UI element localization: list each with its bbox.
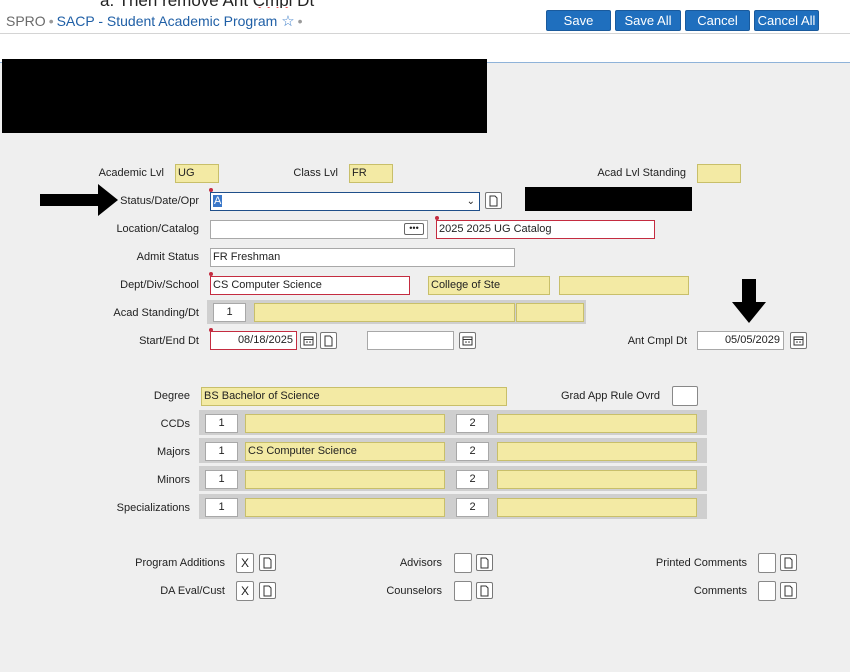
minor-seq-2[interactable]: 2 — [456, 470, 489, 489]
document-icon[interactable] — [259, 554, 276, 571]
calendar-icon[interactable] — [790, 332, 807, 349]
div-field[interactable]: College of Ste — [428, 276, 550, 295]
grad-app-rule-ovrd-label: Grad App Rule Ovrd — [560, 390, 660, 402]
major-field-2[interactable] — [497, 442, 697, 461]
comments-field[interactable] — [758, 581, 776, 601]
document-icon[interactable] — [485, 192, 502, 209]
acad-lvl-standing-field[interactable] — [697, 164, 741, 183]
arrow-down-icon — [732, 279, 766, 323]
status-date-opr-label: Status/Date/Opr — [120, 195, 199, 207]
breadcrumb: SPRO • SACP - Student Academic Program ☆ • — [6, 12, 306, 30]
start-date-field[interactable]: 08/18/2025 — [210, 331, 297, 350]
acad-lvl-standing-label: Acad Lvl Standing — [597, 167, 686, 179]
chevron-down-icon: ⌄ — [466, 196, 475, 207]
class-lvl-label: Class Lvl — [293, 167, 338, 179]
admit-status-label: Admit Status — [136, 251, 199, 263]
specialization-field-1[interactable] — [245, 498, 445, 517]
cancel-all-button[interactable]: Cancel All — [754, 10, 819, 31]
document-icon[interactable] — [476, 554, 493, 571]
specialization-seq-2[interactable]: 2 — [456, 498, 489, 517]
save-all-button[interactable]: Save All — [615, 10, 681, 31]
program-additions-field[interactable]: X — [236, 553, 254, 573]
document-icon[interactable] — [476, 582, 493, 599]
dept-div-school-label: Dept/Div/School — [120, 279, 199, 291]
majors-label: Majors — [156, 446, 190, 458]
academic-lvl-field[interactable]: UG — [175, 164, 219, 183]
redacted-header-block — [2, 59, 487, 133]
counselors-field[interactable] — [454, 581, 472, 601]
acad-standing-seq-field[interactable]: 1 — [213, 303, 246, 322]
advisors-field[interactable] — [454, 553, 472, 573]
ant-cmpl-dt-label: Ant Cmpl Dt — [627, 335, 687, 347]
ellipsis-lookup-icon[interactable]: ••• — [404, 223, 424, 235]
start-end-dt-label: Start/End Dt — [139, 335, 199, 347]
document-icon[interactable] — [259, 582, 276, 599]
ccds-label: CCDs — [160, 418, 190, 430]
degree-label: Degree — [153, 390, 190, 402]
calendar-icon[interactable] — [459, 332, 476, 349]
ccd-seq-1[interactable]: 1 — [205, 414, 238, 433]
major-seq-2[interactable]: 2 — [456, 442, 489, 461]
end-date-field[interactable] — [367, 331, 454, 350]
location-field[interactable] — [210, 220, 428, 239]
white-band — [0, 34, 850, 62]
acad-standing-date-field[interactable] — [516, 303, 584, 322]
specializations-label: Specializations — [116, 502, 190, 514]
program-additions-label: Program Additions — [135, 557, 225, 569]
document-icon[interactable] — [780, 554, 797, 571]
minors-label: Minors — [156, 474, 190, 486]
specialization-field-2[interactable] — [497, 498, 697, 517]
printed-comments-label: Printed Comments — [655, 557, 747, 569]
acad-standing-dt-label: Acad Standing/Dt — [113, 307, 199, 319]
status-selected-value: A — [213, 195, 223, 207]
printed-comments-field[interactable] — [758, 553, 776, 573]
school-field[interactable] — [559, 276, 689, 295]
ant-cmpl-dt-field[interactable]: 05/05/2029 — [697, 331, 784, 350]
breadcrumb-app[interactable]: SPRO — [6, 13, 46, 29]
ccd-field-1[interactable] — [245, 414, 445, 433]
document-icon[interactable] — [320, 332, 337, 349]
advisors-label: Advisors — [399, 557, 442, 569]
calendar-icon[interactable] — [300, 332, 317, 349]
minor-field-1[interactable] — [245, 470, 445, 489]
comments-label: Comments — [693, 585, 747, 597]
redacted-status-info — [525, 187, 692, 211]
acad-standing-field[interactable] — [254, 303, 515, 322]
cancel-button[interactable]: Cancel — [685, 10, 750, 31]
major-field-1[interactable]: CS Computer Science — [245, 442, 445, 461]
page-title: SACP - Student Academic Program — [56, 13, 278, 29]
da-eval-cust-label: DA Eval/Cust — [160, 585, 225, 597]
specialization-seq-1[interactable]: 1 — [205, 498, 238, 517]
minor-field-2[interactable] — [497, 470, 697, 489]
major-seq-1[interactable]: 1 — [205, 442, 238, 461]
class-lvl-field[interactable]: FR — [349, 164, 393, 183]
status-select[interactable]: A ⌄ — [210, 192, 480, 211]
save-button[interactable]: Save — [546, 10, 611, 31]
favorite-star-icon[interactable]: ☆ — [281, 13, 294, 30]
document-icon[interactable] — [780, 582, 797, 599]
ccd-field-2[interactable] — [497, 414, 697, 433]
admit-status-field[interactable]: FR Freshman — [210, 248, 515, 267]
menu-dot-icon: • — [297, 13, 303, 29]
degree-field[interactable]: BS Bachelor of Science — [201, 387, 507, 406]
location-catalog-label: Location/Catalog — [116, 223, 199, 235]
counselors-label: Counselors — [386, 585, 442, 597]
grad-app-rule-ovrd-field[interactable] — [672, 386, 698, 406]
academic-lvl-label: Academic Lvl — [98, 167, 164, 179]
da-eval-cust-field[interactable]: X — [236, 581, 254, 601]
breadcrumb-separator: • — [48, 13, 54, 29]
minor-seq-1[interactable]: 1 — [205, 470, 238, 489]
catalog-field[interactable]: 2025 2025 UG Catalog — [436, 220, 655, 239]
ccd-seq-2[interactable]: 2 — [456, 414, 489, 433]
dept-field[interactable]: CS Computer Science — [210, 276, 410, 295]
